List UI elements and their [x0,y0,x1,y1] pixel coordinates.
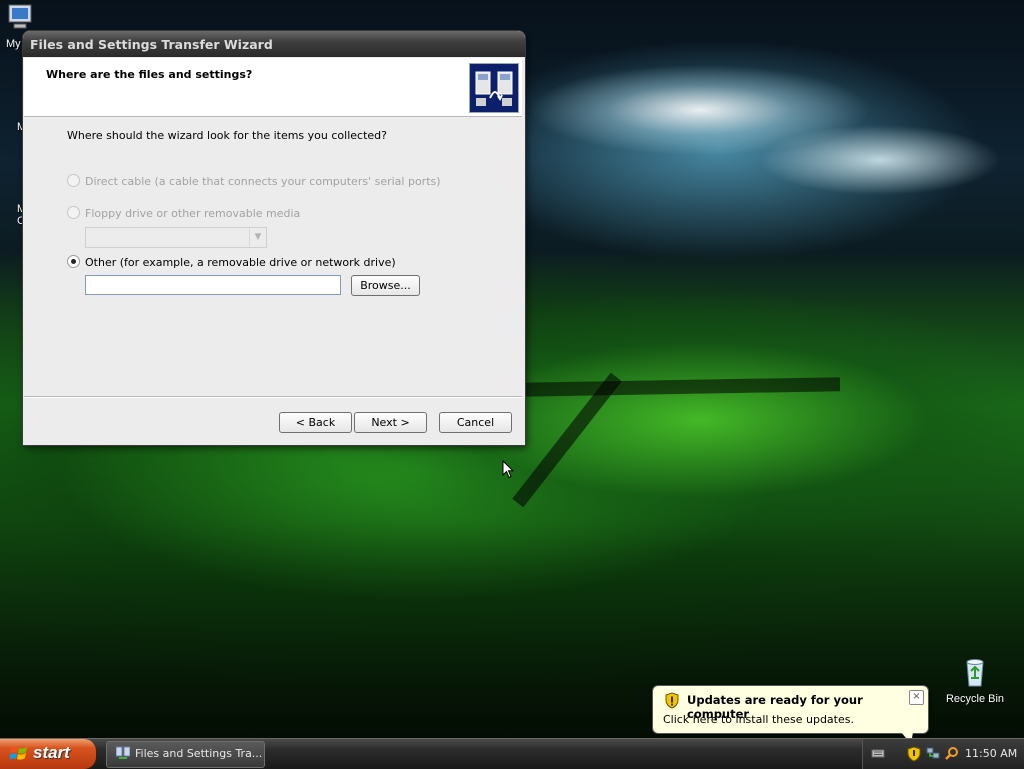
taskbar-button-transfer-wizard[interactable]: Files and Settings Tra... [106,741,265,768]
search-icon[interactable] [945,746,959,760]
folder-path-input[interactable] [85,275,341,295]
option-label[interactable]: Other (for example, a removable drive or… [85,256,396,269]
balloon-text[interactable]: Click here to install these updates. [663,713,854,726]
wizard-window: Files and Settings Transfer Wizard Where… [23,31,525,445]
option-other[interactable]: Other (for example, a removable drive or… [67,255,396,269]
recycle-bin-icon [966,659,984,687]
option-direct-cable: Direct cable (a cable that connects your… [67,174,441,188]
transfer-wizard-icon [469,63,519,113]
chevron-down-icon: ▼ [249,228,266,247]
start-button[interactable]: start [0,739,96,769]
computer-icon [8,4,32,29]
taskbar-button-label: Files and Settings Tra... [135,747,263,760]
browse-button[interactable]: Browse... [351,275,420,296]
close-icon[interactable]: × [909,690,924,705]
wizard-header: Where are the files and settings? [24,58,522,117]
footer-divider [24,396,522,398]
security-shield-icon[interactable] [907,746,921,762]
cancel-button[interactable]: Cancel [439,412,512,433]
windows-logo-icon [10,747,27,760]
radio-floppy-drive [67,206,80,219]
taskbar: start Files and Settings Tra... 11:50 AM [0,738,1024,769]
security-shield-icon [665,692,679,709]
radio-other[interactable] [67,255,80,268]
update-notification-balloon[interactable]: Updates are ready for your computer Clic… [652,685,929,744]
wallpaper-shadow [519,377,841,397]
keyboard-icon[interactable] [871,746,885,760]
start-label: start [33,743,70,762]
desktop-icon-recycle-bin[interactable]: Recycle Bin [944,656,1006,705]
floppy-drive-select: ▼ [85,227,267,248]
clock[interactable]: 11:50 AM [965,747,1017,760]
radio-direct-cable [67,174,80,187]
option-label: Direct cable (a cable that connects your… [85,175,441,188]
window-title[interactable]: Files and Settings Transfer Wizard [23,31,525,57]
wizard-heading: Where are the files and settings? [46,68,253,81]
option-floppy-drive: Floppy drive or other removable media [67,206,300,220]
desktop-icon-label: Recycle Bin [945,693,1005,705]
option-label: Floppy drive or other removable media [85,207,301,220]
desktop-icon-label: My [6,38,21,50]
back-button[interactable]: < Back [279,412,352,433]
transfer-wizard-icon [116,746,130,759]
mouse-cursor-icon [502,460,514,479]
system-tray: 11:50 AM [862,739,1024,769]
wizard-body: Where should the wizard look for the ite… [23,117,523,397]
wizard-question: Where should the wizard look for the ite… [67,129,387,142]
next-button[interactable]: Next > [354,412,427,433]
network-icon[interactable] [926,746,940,760]
